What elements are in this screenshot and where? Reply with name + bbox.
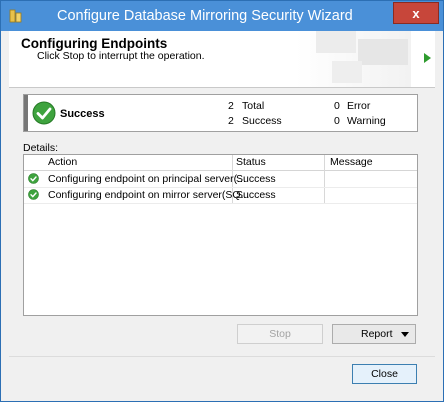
title-bar[interactable]: Configure Database Mirroring Security Wi… [1,1,443,31]
success-check-icon [32,101,56,125]
close-button[interactable]: Close [352,364,417,384]
success-count: 2 [228,115,234,127]
warning-label: Warning [347,115,386,127]
footer-divider [9,356,435,357]
row-action: Configuring endpoint on principal server… [48,173,246,185]
error-count: 0 [334,100,340,112]
page-title: Configuring Endpoints [21,36,168,51]
page-subtitle: Click Stop to interrupt the operation. [37,50,205,62]
table-row[interactable]: Configuring endpoint on mirror server(SQ… [24,187,417,204]
row-status: Success [236,173,276,185]
database-wizard-icon [9,8,23,24]
success-check-icon [28,173,39,184]
row-status: Success [236,189,276,201]
success-check-icon [28,189,39,200]
column-header-action[interactable]: Action [48,156,77,168]
close-window-button[interactable]: x [393,2,439,24]
row-action: Configuring endpoint on mirror server(SQ… [48,189,250,201]
green-arrow-icon [424,53,431,63]
chevron-down-icon [401,332,409,337]
summary-panel: Success 2 Total 2 Success 0 Error 0 Warn… [23,94,418,132]
grid-header: Action Status Message [24,155,417,171]
stop-button[interactable]: Stop [237,324,323,344]
error-label: Error [347,100,371,112]
total-label: Total [242,100,265,112]
success-label: Success [242,115,282,127]
warning-count: 0 [334,115,340,127]
window-title: Configure Database Mirroring Security Wi… [57,8,353,24]
report-button[interactable]: Report [332,324,416,344]
column-header-message[interactable]: Message [330,156,373,168]
report-button-label: Report [361,328,393,340]
wizard-window: Configure Database Mirroring Security Wi… [0,0,444,402]
table-row[interactable]: Configuring endpoint on principal server… [24,171,417,188]
overall-status: Success [60,108,105,120]
banner-decoration [296,31,411,87]
total-count: 2 [228,100,234,112]
summary-accent-bar [24,95,28,131]
wizard-banner: Configuring Endpoints Click Stop to inte… [9,31,435,88]
details-label: Details: [23,142,59,154]
details-grid[interactable]: Action Status Message Configuring endpoi… [23,154,418,316]
column-header-status[interactable]: Status [236,156,266,168]
